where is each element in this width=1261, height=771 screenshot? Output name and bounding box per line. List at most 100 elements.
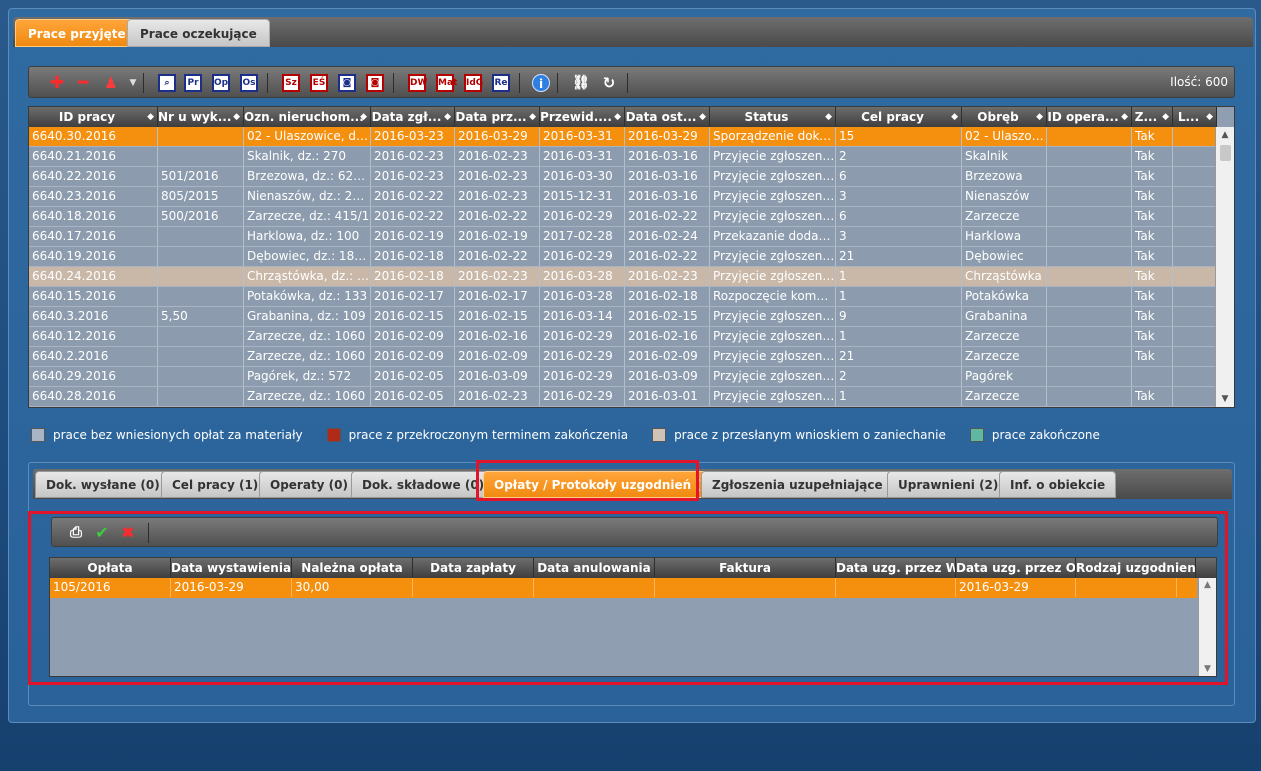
table-cell: 3 bbox=[836, 227, 962, 246]
scroll-down-icon[interactable]: ▼ bbox=[1199, 662, 1216, 676]
scroll-thumb[interactable] bbox=[1220, 145, 1231, 161]
column-header[interactable]: Obręb ◆ bbox=[962, 107, 1047, 127]
column-header[interactable]: Data uzg. przez Or... bbox=[956, 558, 1076, 578]
column-header[interactable]: Data zapłaty bbox=[413, 558, 534, 578]
column-header[interactable]: Z... ◆ bbox=[1132, 107, 1173, 127]
sort-icon[interactable]: ◆ bbox=[233, 107, 240, 127]
print-icon[interactable]: ⎙ bbox=[66, 522, 86, 542]
grid-vertical-scrollbar[interactable]: ▲ ▼ bbox=[1215, 127, 1234, 407]
info-icon[interactable]: i bbox=[531, 73, 551, 93]
table-row[interactable]: 6640.30.201602 - Ulaszowice, dz.: 1...20… bbox=[29, 127, 1217, 147]
sort-icon[interactable]: ◆ bbox=[444, 107, 451, 127]
sort-icon[interactable]: ◆ bbox=[614, 107, 621, 127]
sort-icon[interactable]: ◆ bbox=[360, 107, 367, 127]
tab-dok-wyslane[interactable]: Dok. wysłane (0) bbox=[35, 471, 171, 498]
table-row[interactable]: 6640.18.2016 500/2016 Zarzecze, dz.: 415/1… bbox=[29, 207, 1217, 227]
sort-icon[interactable]: ◆ bbox=[529, 107, 536, 127]
tab-uprawnieni[interactable]: Uprawnieni (2) bbox=[887, 471, 1010, 498]
column-header[interactable]: Data ost... ◆ bbox=[625, 107, 710, 127]
column-header[interactable]: ID opera... ◆ bbox=[1047, 107, 1132, 127]
tab-zgloszenia-uzupelniajace[interactable]: Zgłoszenia uzupełniające (0) bbox=[701, 471, 918, 498]
table-row[interactable]: 6640.12.2016 Zarzecze, dz.: 1060 2016-02-0… bbox=[29, 327, 1217, 347]
user-edit-icon[interactable]: ♟ bbox=[101, 73, 121, 93]
table-cell bbox=[1173, 247, 1217, 266]
scroll-up-icon[interactable]: ▲ bbox=[1216, 127, 1234, 143]
tab-prace-przyjete[interactable]: Prace przyjęte bbox=[15, 19, 139, 47]
column-header[interactable]: Data anulowania bbox=[534, 558, 655, 578]
tab-prace-oczekujace[interactable]: Prace oczekujące bbox=[127, 19, 270, 47]
table-row[interactable]: 6640.15.2016 Potakówka, dz.: 133 2016-02-1… bbox=[29, 287, 1217, 307]
sort-icon[interactable]: ◆ bbox=[699, 107, 706, 127]
table-row[interactable]: 6640.3.2016 5,50 Grabanina, dz.: 109 2016-0… bbox=[29, 307, 1217, 327]
table-row[interactable]: 105/2016 2016-03-29 30,00 2016-03-29 bbox=[50, 578, 1197, 598]
binoculars-icon[interactable]: ⛓ bbox=[571, 73, 591, 93]
column-header[interactable]: Przewid.... ◆ bbox=[540, 107, 625, 127]
column-header[interactable]: Nr u wyk... ◆ bbox=[158, 107, 244, 127]
camera-icon[interactable]: ◙ bbox=[337, 73, 357, 93]
table-row[interactable]: 6640.22.2016 501/2016 Brzezowa, dz.: 620/2… bbox=[29, 167, 1217, 187]
table-cell: Zarzecze, dz.: 1060 bbox=[244, 327, 371, 346]
column-header[interactable]: Faktura bbox=[655, 558, 836, 578]
column-header[interactable]: Opłata bbox=[50, 558, 171, 578]
table-cell: Przyjęcie zgłoszenia u... bbox=[710, 147, 836, 166]
op-report-button[interactable]: Op bbox=[211, 73, 231, 93]
sort-icon[interactable]: ◆ bbox=[951, 107, 958, 127]
mat-report-button[interactable]: Mat bbox=[435, 73, 457, 93]
table-row[interactable]: 6640.21.2016 Skalnik, dz.: 270 2016-02-23 2… bbox=[29, 147, 1217, 167]
column-header[interactable]: Data wystawienia o... bbox=[171, 558, 292, 578]
remove-icon[interactable]: ━ bbox=[73, 73, 93, 93]
column-header[interactable]: Status ◆ bbox=[710, 107, 836, 127]
table-cell: 6640.15.2016 bbox=[29, 287, 158, 306]
es-report-button[interactable]: EŚ bbox=[309, 73, 329, 93]
fees-vertical-scrollbar[interactable]: ▲ ▼ bbox=[1198, 578, 1216, 676]
sort-icon[interactable]: ◆ bbox=[147, 107, 154, 127]
column-header[interactable]: Cel pracy ◆ bbox=[836, 107, 962, 127]
table-row[interactable]: 6640.2.2016 Zarzecze, dz.: 1060 2016-02-09… bbox=[29, 347, 1217, 367]
table-cell: Przyjęcie zgłoszenia p... bbox=[710, 347, 836, 366]
table-row[interactable]: 6640.19.2016 Dębowiec, dz.: 1809/3 2016-02… bbox=[29, 247, 1217, 267]
tab-operaty[interactable]: Operaty (0) bbox=[259, 471, 359, 498]
column-header[interactable]: Data uzg. przez W... bbox=[836, 558, 956, 578]
dw-report-button[interactable]: DW bbox=[407, 73, 427, 93]
table-cell bbox=[158, 247, 244, 266]
preview-icon[interactable]: ⌕ bbox=[157, 73, 177, 93]
column-header[interactable]: Ozn. nieruchom... ◆ bbox=[244, 107, 371, 127]
column-header[interactable]: Data prz... ◆ bbox=[455, 107, 540, 127]
tab-dok-skladowe[interactable]: Dok. składowe (0) bbox=[351, 471, 496, 498]
table-cell: Harklowa, dz.: 100 bbox=[244, 227, 371, 246]
table-row[interactable]: 6640.24.2016Chrząstówka, dz.: 360...2016… bbox=[29, 267, 1217, 287]
column-header[interactable]: L... ◆ bbox=[1173, 107, 1217, 127]
scroll-down-icon[interactable]: ▼ bbox=[1216, 391, 1234, 407]
table-row[interactable]: 6640.28.2016 Zarzecze, dz.: 1060 2016-02-0… bbox=[29, 387, 1217, 407]
tab-cel-pracy[interactable]: Cel pracy (1) bbox=[161, 471, 270, 498]
os-report-button[interactable]: Os bbox=[239, 73, 259, 93]
pr-report-button[interactable]: Pr bbox=[183, 73, 203, 93]
column-header[interactable]: ID pracy ◆ bbox=[29, 107, 158, 127]
idg-report-button[interactable]: IdG bbox=[463, 73, 483, 93]
add-icon[interactable]: ✚ bbox=[47, 73, 67, 93]
sort-icon[interactable]: ◆ bbox=[1162, 107, 1169, 127]
scroll-up-icon[interactable]: ▲ bbox=[1199, 578, 1216, 592]
table-row[interactable]: 6640.23.2016 805/2015 Nienaszów, dz.: 2007… bbox=[29, 187, 1217, 207]
table-row[interactable]: 6640.17.2016 Harklowa, dz.: 100 2016-02-19… bbox=[29, 227, 1217, 247]
table-cell: 2016-02-29 bbox=[540, 387, 625, 406]
column-header[interactable]: Data zgł... ◆ bbox=[371, 107, 455, 127]
re-report-button[interactable]: Re bbox=[491, 73, 511, 93]
table-cell: 6640.21.2016 bbox=[29, 147, 158, 166]
reject-icon[interactable]: ✖ bbox=[118, 522, 138, 542]
refresh-icon[interactable]: ↻ bbox=[599, 73, 619, 93]
dropdown-arrow-icon[interactable]: ▼ bbox=[123, 73, 143, 93]
table-cell bbox=[1173, 207, 1217, 226]
column-header[interactable]: Rodzaj uzgodnienia bbox=[1076, 558, 1196, 578]
tab-inf-o-obiekcie[interactable]: Inf. o obiekcie bbox=[999, 471, 1117, 498]
sort-icon[interactable]: ◆ bbox=[1206, 107, 1213, 127]
column-header[interactable]: Należna opłata bbox=[292, 558, 413, 578]
toolbar-separator bbox=[627, 73, 628, 93]
sz-report-button[interactable]: Sz bbox=[281, 73, 301, 93]
camera-search-icon[interactable]: ◙ bbox=[365, 73, 385, 93]
sort-icon[interactable]: ◆ bbox=[1036, 107, 1043, 127]
sort-icon[interactable]: ◆ bbox=[1121, 107, 1128, 127]
sort-icon[interactable]: ◆ bbox=[825, 107, 832, 127]
table-row[interactable]: 6640.29.2016 Pagórek, dz.: 572 2016-02-05 2… bbox=[29, 367, 1217, 387]
accept-icon[interactable]: ✔ bbox=[92, 522, 112, 542]
